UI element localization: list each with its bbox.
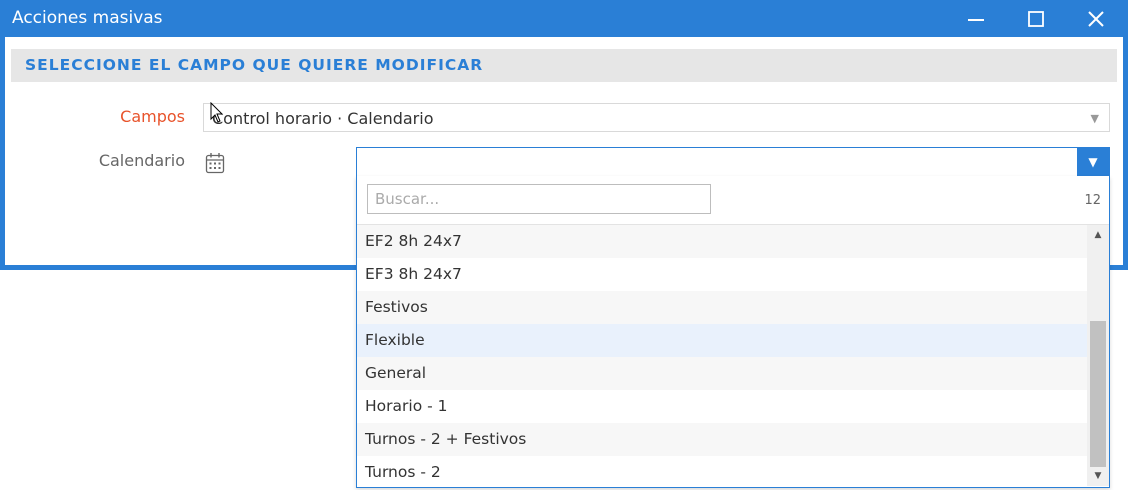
search-input[interactable] <box>367 184 711 214</box>
calendar-icon <box>205 152 225 178</box>
dropdown-search-row: 12 <box>357 176 1109 225</box>
window-title: Acciones masivas <box>12 8 163 28</box>
dropdown-option[interactable]: General <box>357 357 1087 390</box>
scrollbar[interactable]: ▲ ▼ <box>1087 225 1109 486</box>
title-bar[interactable]: Acciones masivas <box>0 0 1128 37</box>
campos-select[interactable]: Control horario · Calendario ▼ <box>203 103 1110 132</box>
close-icon <box>1088 10 1104 27</box>
dropdown-option[interactable]: Festivos <box>357 291 1087 324</box>
calendario-label: Calendario <box>98 151 185 170</box>
chevron-down-icon: ▼ <box>1090 112 1099 125</box>
close-button[interactable] <box>1076 0 1116 37</box>
maximize-icon <box>1028 10 1044 27</box>
scroll-down-icon[interactable]: ▼ <box>1087 468 1109 484</box>
dropdown-option[interactable]: Flexible <box>357 324 1087 357</box>
chevron-down-icon[interactable]: ▼ <box>1077 148 1109 176</box>
dropdown-option[interactable]: EF2 8h 24x7 <box>357 225 1087 258</box>
scroll-up-icon[interactable]: ▲ <box>1087 227 1109 243</box>
campos-label: Campos <box>120 107 185 126</box>
results-count: 12 <box>1084 193 1101 208</box>
minimize-button[interactable] <box>956 0 996 37</box>
section-header: SELECCIONE EL CAMPO QUE QUIERE MODIFICAR <box>11 49 1117 82</box>
minimize-icon <box>968 18 984 21</box>
campos-select-value: Control horario · Calendario <box>212 109 434 128</box>
maximize-button[interactable] <box>1016 0 1056 37</box>
scrollbar-thumb[interactable] <box>1090 321 1106 467</box>
dropdown-option[interactable]: Horario - 1 <box>357 390 1087 423</box>
dropdown-option[interactable]: Turnos - 2 + Festivos <box>357 423 1087 456</box>
calendario-select[interactable]: ▼ <box>356 147 1110 177</box>
dropdown-option[interactable]: Turnos - 2 <box>357 456 1087 486</box>
calendario-dropdown: 12 EF2 8h 24x7EF3 8h 24x7FestivosFlexibl… <box>356 176 1110 488</box>
mouse-cursor-icon <box>210 102 224 123</box>
option-list: EF2 8h 24x7 EF3 8h 24x7 Festivos Flexible Ge… <box>357 225 1087 486</box>
dropdown-option[interactable]: EF3 8h 24x7 <box>357 258 1087 291</box>
